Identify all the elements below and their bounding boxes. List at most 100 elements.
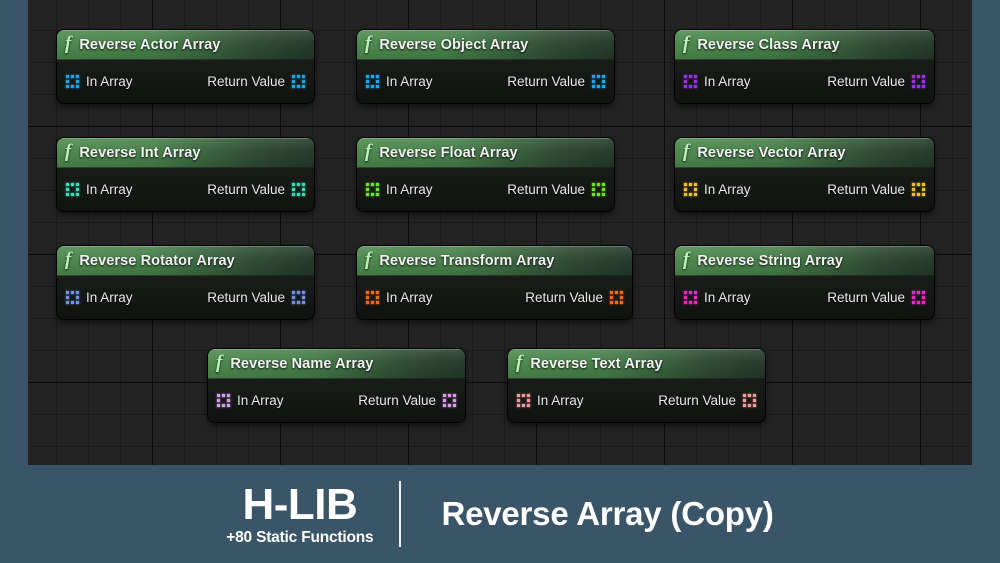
node-header[interactable]: f Reverse Object Array <box>357 30 614 60</box>
input-pin-label: In Array <box>86 290 133 305</box>
array-pin-icon[interactable] <box>292 183 305 196</box>
input-pin-row[interactable]: In Array <box>217 393 284 408</box>
input-pin-row[interactable]: In Array <box>66 182 133 197</box>
node-header[interactable]: f Reverse Int Array <box>57 138 314 168</box>
blueprint-node[interactable]: f Reverse Int Array In Array Return Value <box>57 138 314 211</box>
node-header[interactable]: f Reverse Vector Array <box>675 138 934 168</box>
array-pin-icon[interactable] <box>366 75 379 88</box>
array-pin-icon[interactable] <box>912 75 925 88</box>
array-pin-icon[interactable] <box>592 183 605 196</box>
node-header[interactable]: f Reverse Class Array <box>675 30 934 60</box>
array-pin-icon[interactable] <box>684 75 697 88</box>
array-pin-icon[interactable] <box>684 183 697 196</box>
output-pin-row[interactable]: Return Value <box>658 393 756 408</box>
node-header[interactable]: f Reverse Text Array <box>508 349 765 379</box>
function-f-icon: f <box>65 249 72 270</box>
function-f-icon: f <box>365 33 372 54</box>
node-title: Reverse Object Array <box>379 36 529 53</box>
node-title: Reverse Transform Array <box>379 252 555 269</box>
output-pin-row[interactable]: Return Value <box>827 182 925 197</box>
array-pin-icon[interactable] <box>66 291 79 304</box>
node-title: Reverse Rotator Array <box>79 252 235 269</box>
array-pin-icon[interactable] <box>217 394 230 407</box>
node-header[interactable]: f Reverse Actor Array <box>57 30 314 60</box>
input-pin-row[interactable]: In Array <box>66 74 133 89</box>
node-title: Reverse String Array <box>697 252 844 269</box>
blueprint-graph-canvas[interactable]: f Reverse Actor Array In Array Return Value… <box>28 0 972 465</box>
blueprint-node[interactable]: f Reverse Rotator Array In Array Return Val… <box>57 246 314 319</box>
blueprint-node[interactable]: f Reverse Object Array In Array Return Valu… <box>357 30 614 103</box>
output-pin-label: Return Value <box>207 182 285 197</box>
node-header[interactable]: f Reverse Transform Array <box>357 246 632 276</box>
input-pin-row[interactable]: In Array <box>366 182 433 197</box>
input-pin-row[interactable]: In Array <box>517 393 584 408</box>
blueprint-node[interactable]: f Reverse Float Array In Array Return Value <box>357 138 614 211</box>
output-pin-row[interactable]: Return Value <box>207 74 305 89</box>
function-f-icon: f <box>683 249 690 270</box>
array-pin-icon[interactable] <box>366 291 379 304</box>
input-pin-row[interactable]: In Array <box>366 74 433 89</box>
output-pin-row[interactable]: Return Value <box>827 290 925 305</box>
array-pin-icon[interactable] <box>366 183 379 196</box>
brand-name: H-LIB <box>242 479 358 529</box>
node-body: In Array Return Value <box>675 276 934 319</box>
output-pin-row[interactable]: Return Value <box>358 393 456 408</box>
node-body: In Array Return Value <box>508 379 765 422</box>
output-pin-row[interactable]: Return Value <box>207 290 305 305</box>
array-pin-icon[interactable] <box>292 75 305 88</box>
node-header[interactable]: f Reverse Rotator Array <box>57 246 314 276</box>
bottom-banner: H-LIB +80 Static Functions Reverse Array… <box>0 465 1000 563</box>
input-pin-label: In Array <box>386 74 433 89</box>
node-body: In Array Return Value <box>675 168 934 211</box>
node-body: In Array Return Value <box>57 276 314 319</box>
input-pin-label: In Array <box>704 74 751 89</box>
array-pin-icon[interactable] <box>66 183 79 196</box>
array-pin-icon[interactable] <box>912 291 925 304</box>
output-pin-row[interactable]: Return Value <box>507 74 605 89</box>
function-f-icon: f <box>365 249 372 270</box>
node-body: In Array Return Value <box>57 168 314 211</box>
input-pin-row[interactable]: In Array <box>684 290 751 305</box>
array-pin-icon[interactable] <box>912 183 925 196</box>
output-pin-row[interactable]: Return Value <box>827 74 925 89</box>
node-header[interactable]: f Reverse String Array <box>675 246 934 276</box>
function-f-icon: f <box>365 141 372 162</box>
array-pin-icon[interactable] <box>292 291 305 304</box>
array-pin-icon[interactable] <box>610 291 623 304</box>
array-pin-icon[interactable] <box>443 394 456 407</box>
input-pin-label: In Array <box>704 182 751 197</box>
blueprint-node[interactable]: f Reverse Actor Array In Array Return Value <box>57 30 314 103</box>
output-pin-row[interactable]: Return Value <box>525 290 623 305</box>
node-header[interactable]: f Reverse Float Array <box>357 138 614 168</box>
output-pin-row[interactable]: Return Value <box>207 182 305 197</box>
node-body: In Array Return Value <box>57 60 314 103</box>
output-pin-row[interactable]: Return Value <box>507 182 605 197</box>
node-title: Reverse Name Array <box>230 355 374 372</box>
array-pin-icon[interactable] <box>66 75 79 88</box>
blueprint-node[interactable]: f Reverse String Array In Array Return Valu… <box>675 246 934 319</box>
blueprint-node[interactable]: f Reverse Vector Array In Array Return Valu… <box>675 138 934 211</box>
array-pin-icon[interactable] <box>517 394 530 407</box>
function-f-icon: f <box>65 141 72 162</box>
function-f-icon: f <box>65 33 72 54</box>
node-title: Reverse Actor Array <box>79 36 221 53</box>
input-pin-row[interactable]: In Array <box>366 290 433 305</box>
blueprint-node[interactable]: f Reverse Class Array In Array Return Value <box>675 30 934 103</box>
input-pin-row[interactable]: In Array <box>66 290 133 305</box>
output-pin-label: Return Value <box>358 393 436 408</box>
array-pin-icon[interactable] <box>743 394 756 407</box>
array-pin-icon[interactable] <box>684 291 697 304</box>
input-pin-row[interactable]: In Array <box>684 74 751 89</box>
input-pin-row[interactable]: In Array <box>684 182 751 197</box>
output-pin-label: Return Value <box>827 74 905 89</box>
node-body: In Array Return Value <box>357 168 614 211</box>
blueprint-showcase: f Reverse Actor Array In Array Return Value… <box>0 0 1000 563</box>
node-body: In Array Return Value <box>357 60 614 103</box>
blueprint-node[interactable]: f Reverse Text Array In Array Return Value <box>508 349 765 422</box>
node-title: Reverse Int Array <box>79 144 201 161</box>
input-pin-label: In Array <box>86 182 133 197</box>
array-pin-icon[interactable] <box>592 75 605 88</box>
node-header[interactable]: f Reverse Name Array <box>208 349 465 379</box>
blueprint-node[interactable]: f Reverse Transform Array In Array Return V… <box>357 246 632 319</box>
blueprint-node[interactable]: f Reverse Name Array In Array Return Value <box>208 349 465 422</box>
